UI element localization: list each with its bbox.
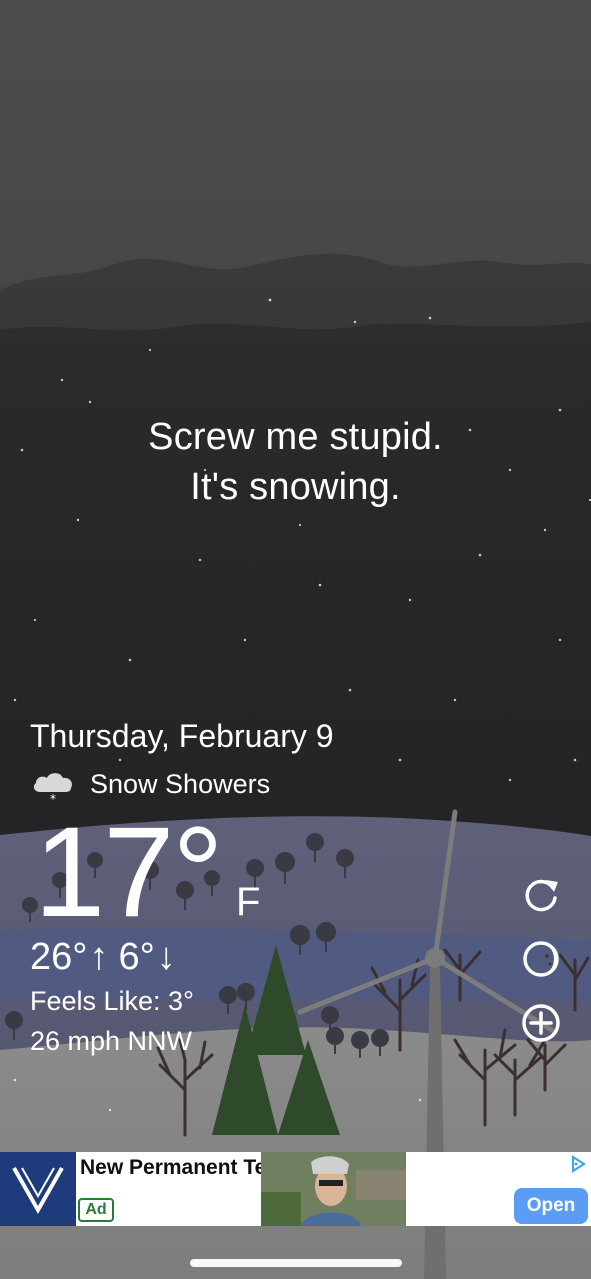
ad-photo-illustration bbox=[261, 1152, 406, 1226]
condition-label: Snow Showers bbox=[90, 768, 271, 799]
home-indicator[interactable] bbox=[190, 1259, 402, 1267]
theme-toggle-button[interactable] bbox=[519, 937, 563, 981]
add-location-button[interactable] bbox=[519, 1001, 563, 1045]
ad-image[interactable] bbox=[261, 1152, 406, 1226]
refresh-icon bbox=[525, 879, 558, 912]
weather-headline: Screw me stupid. It's snowing. bbox=[0, 412, 591, 512]
ad-open-button[interactable]: Open bbox=[514, 1188, 588, 1224]
wind-info: 26 mph NNW bbox=[30, 1026, 193, 1056]
current-temperature: 17° bbox=[34, 801, 224, 944]
moon-icon bbox=[523, 941, 559, 977]
feels-like: Feels Like: 3° bbox=[30, 986, 194, 1016]
advertiser-logo-icon bbox=[12, 1167, 64, 1215]
headline-line-1: Screw me stupid. bbox=[148, 416, 443, 458]
forecast-date: Thursday, February 9 bbox=[30, 718, 334, 754]
low-temperature: 6° bbox=[118, 936, 155, 978]
plus-icon bbox=[522, 1004, 560, 1042]
weather-background-scene bbox=[0, 0, 591, 1279]
high-temperature: 26° bbox=[30, 936, 88, 978]
temperature-unit: F bbox=[236, 880, 261, 924]
advertiser-logo bbox=[0, 1152, 76, 1226]
arrow-down-icon: ↓ bbox=[156, 936, 176, 978]
high-low-temperatures: 26° ↑ 6° ↓ bbox=[30, 936, 176, 979]
refresh-button[interactable] bbox=[519, 873, 563, 917]
ad-choices-icon[interactable] bbox=[568, 1154, 588, 1174]
arrow-up-icon: ↑ bbox=[89, 936, 109, 978]
ad-banner[interactable]: New Permanent Teeth In 24Hrs Ad Open bbox=[0, 1152, 591, 1226]
headline-line-2: It's snowing. bbox=[190, 466, 401, 508]
ad-badge: Ad bbox=[78, 1198, 114, 1222]
